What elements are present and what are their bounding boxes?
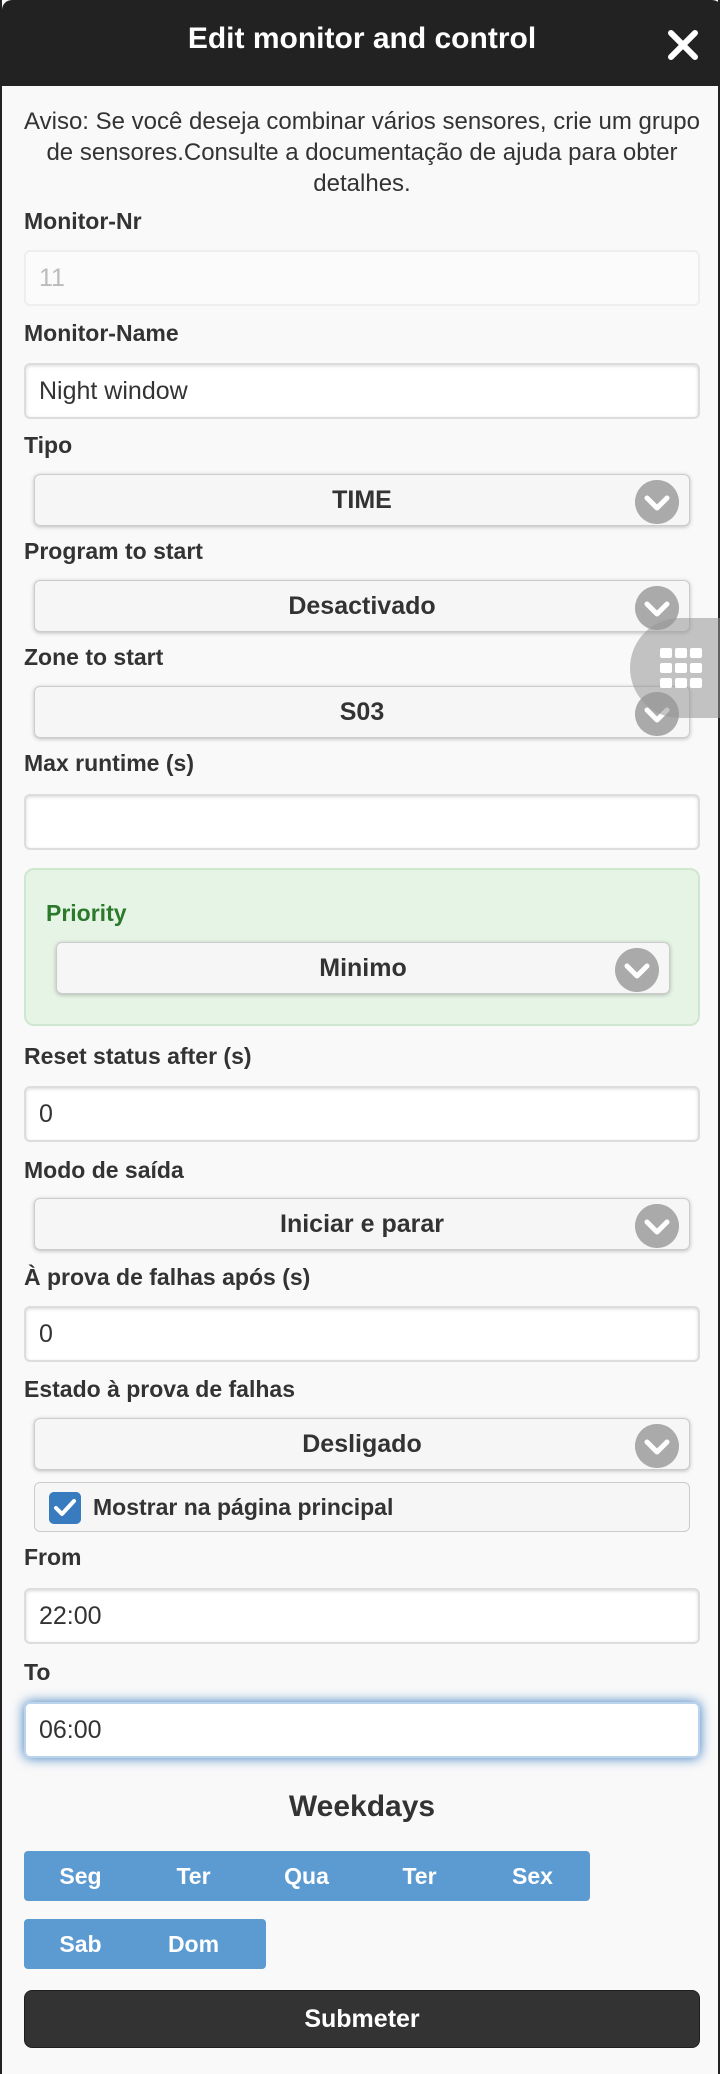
reset-status-input[interactable]: 0 — [24, 1086, 700, 1142]
zone-select[interactable]: S03 — [34, 686, 690, 738]
close-icon[interactable] — [666, 28, 700, 62]
priority-label: Priority — [46, 900, 127, 926]
from-label: From — [24, 1544, 82, 1570]
show-main-checkbox-row[interactable]: Mostrar na página principal — [34, 1482, 690, 1532]
priority-select[interactable]: Minimo — [56, 942, 670, 994]
monitor-name-label: Monitor-Name — [24, 320, 179, 346]
chevron-down-icon — [635, 1424, 679, 1468]
output-mode-label: Modo de saída — [24, 1157, 184, 1183]
failsafe-after-input[interactable]: 0 — [24, 1306, 700, 1362]
output-mode-select[interactable]: Iniciar e parar — [34, 1198, 690, 1250]
tipo-select[interactable]: TIME — [34, 474, 690, 526]
dialog-title: Edit monitor and control — [187, 22, 537, 55]
checkbox-checked-icon[interactable] — [49, 1492, 81, 1524]
monitor-nr-label: Monitor-Nr — [24, 208, 142, 234]
to-input[interactable]: 06:00 — [24, 1702, 700, 1758]
failsafe-state-label: Estado à prova de falhas — [24, 1376, 295, 1402]
day-button-seg[interactable]: Seg — [24, 1851, 137, 1901]
tipo-label: Tipo — [24, 432, 73, 458]
output-mode-select-value: Iniciar e parar — [280, 1210, 444, 1238]
program-select-value: Desactivado — [288, 592, 436, 620]
priority-panel: Priority Minimo — [24, 868, 700, 1026]
weekdays-row-1: Seg Ter Qua Ter Sex — [24, 1851, 590, 1901]
day-button-ter-2[interactable]: Ter — [363, 1851, 476, 1901]
day-button-sex[interactable]: Sex — [476, 1851, 589, 1901]
tipo-select-value: TIME — [332, 486, 392, 514]
program-select[interactable]: Desactivado — [34, 580, 690, 632]
from-input[interactable]: 22:00 — [24, 1588, 700, 1644]
chevron-down-icon — [615, 948, 659, 992]
show-main-label: Mostrar na página principal — [93, 1494, 394, 1520]
day-button-dom[interactable]: Dom — [137, 1919, 250, 1969]
failsafe-state-select-value: Desligado — [302, 1430, 422, 1458]
monitor-nr-input: 11 — [24, 250, 700, 306]
failsafe-after-label: À prova de falhas após (s) — [24, 1264, 311, 1290]
submit-button[interactable]: Submeter — [24, 1990, 700, 2048]
weekdays-title: Weekdays — [288, 1790, 436, 1823]
sensor-group-notice: Aviso: Se você deseja combinar vários se… — [24, 108, 700, 197]
zone-label: Zone to start — [24, 644, 164, 670]
zone-select-value: S03 — [339, 698, 385, 726]
dialog-header: Edit monitor and control — [2, 0, 720, 86]
reset-status-label: Reset status after (s) — [24, 1043, 252, 1069]
weekdays-row-2: Sab Dom — [24, 1919, 266, 1969]
to-label: To — [24, 1659, 51, 1685]
day-button-qua[interactable]: Qua — [250, 1851, 363, 1901]
day-button-ter[interactable]: Ter — [137, 1851, 250, 1901]
priority-select-value: Minimo — [319, 954, 407, 982]
keypad-grid-icon[interactable] — [630, 618, 720, 718]
failsafe-state-select[interactable]: Desligado — [34, 1418, 690, 1470]
max-runtime-input[interactable] — [24, 794, 700, 850]
edit-monitor-dialog: Edit monitor and control Aviso: Se você … — [0, 0, 720, 2074]
day-button-sab[interactable]: Sab — [24, 1919, 137, 1969]
max-runtime-label: Max runtime (s) — [24, 750, 194, 776]
program-label: Program to start — [24, 538, 203, 564]
chevron-down-icon — [635, 1204, 679, 1248]
monitor-name-input[interactable]: Night window — [24, 363, 700, 419]
chevron-down-icon — [635, 480, 679, 524]
